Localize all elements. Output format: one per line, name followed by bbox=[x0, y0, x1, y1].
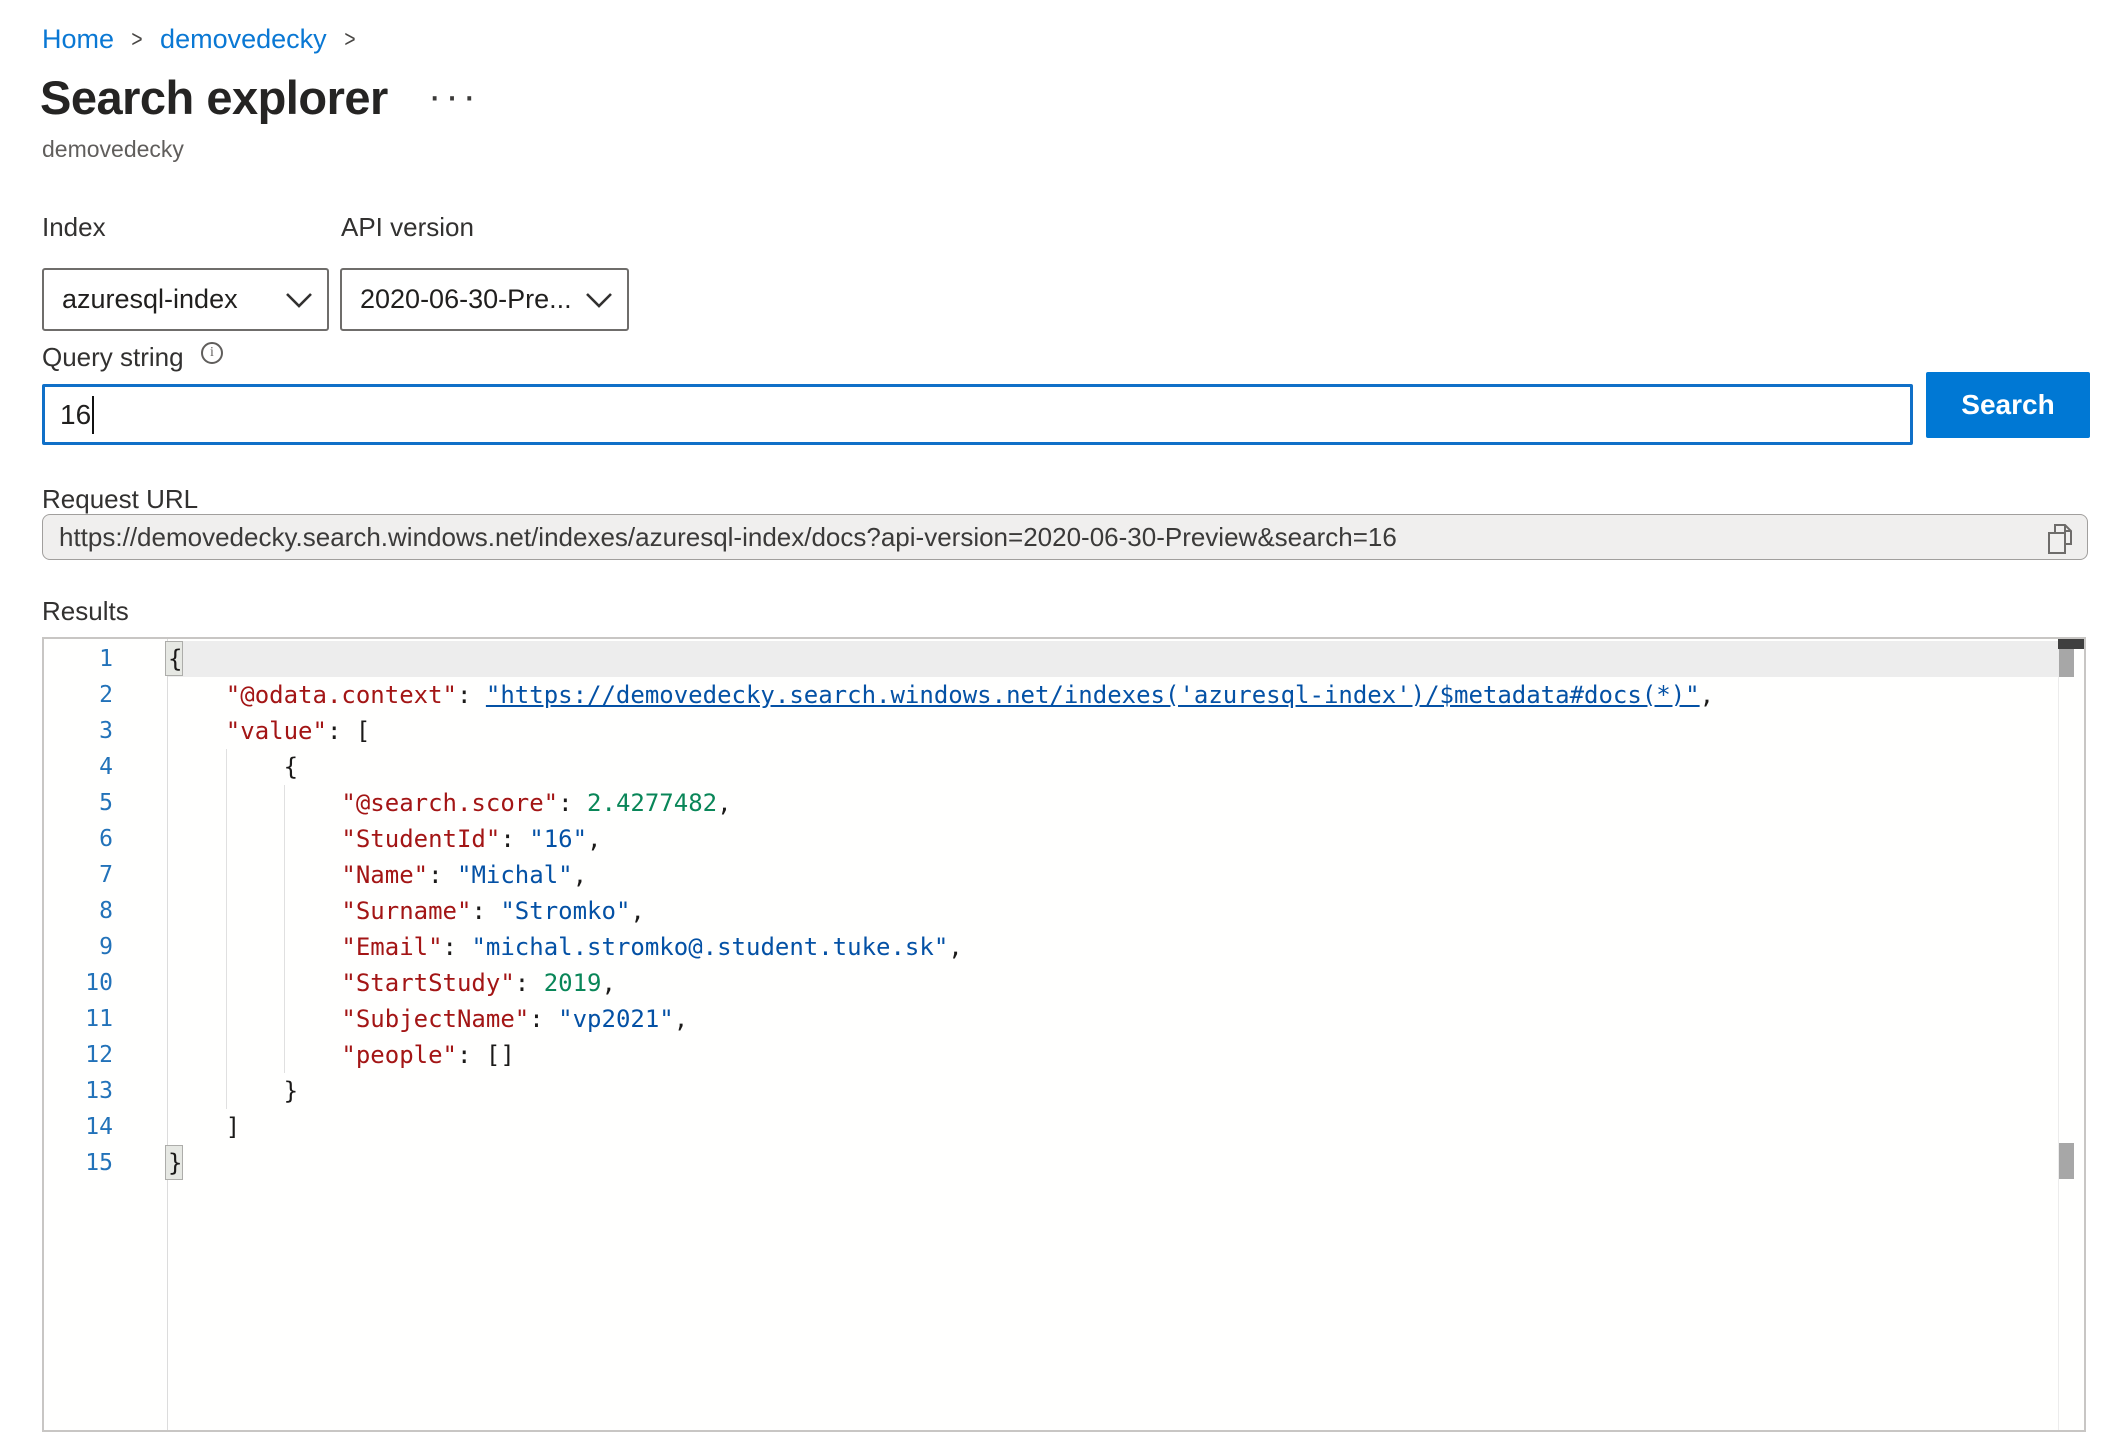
chevron-right-icon: > bbox=[344, 26, 355, 54]
code-line[interactable]: "StartStudy": 2019, bbox=[168, 965, 616, 1001]
line-number: 6 bbox=[44, 821, 113, 857]
line-number: 10 bbox=[44, 965, 113, 1001]
code-line[interactable]: "Name": "Michal", bbox=[168, 857, 587, 893]
scrollbar-thumb[interactable] bbox=[2059, 649, 2074, 677]
index-dropdown[interactable]: azuresql-index bbox=[42, 268, 329, 331]
chevron-down-icon bbox=[285, 292, 313, 314]
code-line[interactable]: "people": [] bbox=[168, 1037, 515, 1073]
query-string-input[interactable]: 16 bbox=[42, 384, 1913, 445]
code-line[interactable]: } bbox=[168, 1145, 182, 1181]
breadcrumb-home-link[interactable]: Home bbox=[42, 24, 114, 55]
index-label: Index bbox=[42, 212, 106, 243]
line-number: 13 bbox=[44, 1073, 113, 1109]
code-line[interactable]: } bbox=[168, 1073, 298, 1109]
api-version-dropdown[interactable]: 2020-06-30-Pre... bbox=[340, 268, 629, 331]
line-number: 2 bbox=[44, 677, 113, 713]
breadcrumb: Home > demovedecky > bbox=[42, 24, 357, 55]
line-number: 1 bbox=[44, 641, 113, 677]
code-line[interactable]: "@odata.context": "https://demovedecky.s… bbox=[168, 677, 1714, 713]
code-line[interactable]: { bbox=[168, 641, 182, 677]
line-number: 8 bbox=[44, 893, 113, 929]
request-url-label: Request URL bbox=[42, 484, 198, 515]
search-button[interactable]: Search bbox=[1926, 372, 2090, 438]
request-url-value: https://demovedecky.search.windows.net/i… bbox=[59, 522, 1397, 553]
request-url-field[interactable]: https://demovedecky.search.windows.net/i… bbox=[42, 514, 2088, 560]
breadcrumb-demovedecky-link[interactable]: demovedecky bbox=[160, 24, 327, 55]
line-number: 14 bbox=[44, 1109, 113, 1145]
line-number: 9 bbox=[44, 929, 113, 965]
line-number: 4 bbox=[44, 749, 113, 785]
scrollbar-track bbox=[2058, 639, 2059, 1430]
current-line-highlight bbox=[168, 641, 2058, 677]
code-line[interactable]: { bbox=[168, 749, 298, 785]
query-string-value: 16 bbox=[60, 399, 91, 431]
line-number: 5 bbox=[44, 785, 113, 821]
results-json-editor[interactable]: 123456789101112131415 { "@odata.context"… bbox=[42, 637, 2086, 1432]
api-version-label: API version bbox=[341, 212, 474, 243]
more-options-ellipsis-icon[interactable]: ··· bbox=[428, 74, 480, 119]
code-line[interactable]: "SubjectName": "vp2021", bbox=[168, 1001, 688, 1037]
copy-icon[interactable] bbox=[2045, 522, 2075, 561]
line-number: 15 bbox=[44, 1145, 113, 1181]
chevron-right-icon: > bbox=[131, 26, 142, 54]
api-version-dropdown-value: 2020-06-30-Pre... bbox=[360, 284, 572, 315]
line-number: 12 bbox=[44, 1037, 113, 1073]
chevron-down-icon bbox=[585, 292, 613, 314]
page-subtitle: demovedecky bbox=[42, 136, 184, 163]
code-line[interactable]: "Email": "michal.stromko@.student.tuke.s… bbox=[168, 929, 963, 965]
text-cursor bbox=[92, 396, 94, 434]
results-label: Results bbox=[42, 596, 129, 627]
info-icon[interactable]: i bbox=[201, 342, 223, 364]
code-line[interactable]: ] bbox=[168, 1109, 240, 1145]
query-string-label: Query string bbox=[42, 342, 184, 373]
overview-ruler-marker bbox=[2059, 1143, 2074, 1179]
line-number: 3 bbox=[44, 713, 113, 749]
search-explorer-page: Home > demovedecky > Search explorer ···… bbox=[0, 0, 2102, 1436]
page-title: Search explorer bbox=[40, 70, 388, 125]
code-line[interactable]: "@search.score": 2.4277482, bbox=[168, 785, 732, 821]
index-dropdown-value: azuresql-index bbox=[62, 284, 238, 315]
line-number: 11 bbox=[44, 1001, 113, 1037]
scrollbar-top-shadow bbox=[2058, 639, 2086, 649]
code-line[interactable]: "StudentId": "16", bbox=[168, 821, 602, 857]
code-line[interactable]: "Surname": "Stromko", bbox=[168, 893, 645, 929]
code-line[interactable]: "value": [ bbox=[168, 713, 370, 749]
line-number: 7 bbox=[44, 857, 113, 893]
